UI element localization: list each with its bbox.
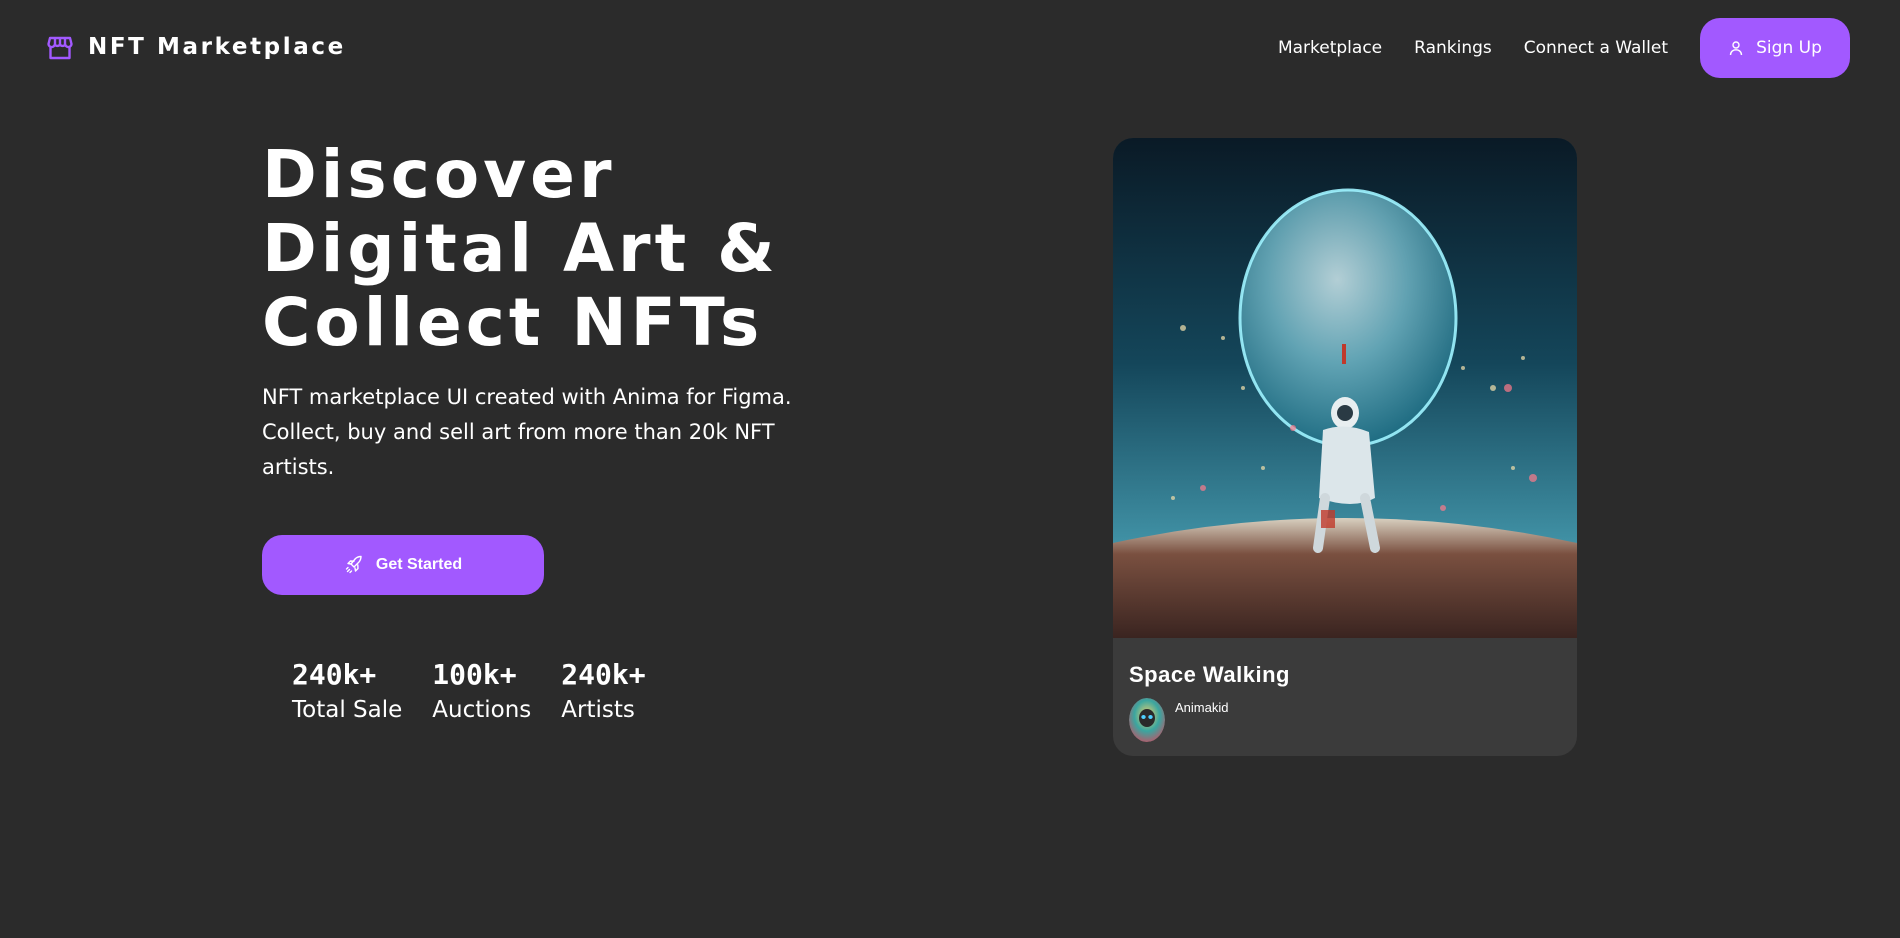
nft-artwork-image: [1113, 138, 1577, 638]
storefront-icon: [47, 36, 73, 60]
get-started-label: Get Started: [375, 556, 463, 573]
sign-up-button[interactable]: Sign Up: [1700, 18, 1850, 78]
stat-value: 240k+: [292, 658, 377, 691]
artist-name: Animakid: [1175, 700, 1229, 715]
nav-link-marketplace[interactable]: Marketplace: [1278, 38, 1382, 58]
nav-links: Marketplace Rankings Connect a Wallet Si…: [1278, 18, 1850, 78]
sign-up-label: Sign Up: [1756, 38, 1822, 58]
featured-nft-card[interactable]: Space Walking Animakid: [1113, 138, 1577, 756]
rocket-icon: [345, 555, 362, 574]
nav-link-rankings[interactable]: Rankings: [1414, 38, 1492, 58]
page: NFT Marketplace Marketplace Rankings Con…: [0, 0, 1900, 938]
user-icon: [1729, 41, 1743, 56]
hero-title-line-2: Digital Art &: [262, 210, 779, 287]
nft-title: Space Walking: [1129, 662, 1290, 687]
stats-row: 240k+ Total Sale 100k+ Auctions 240k+ Ar…: [292, 658, 646, 728]
hero-title-line-1: Discover: [262, 136, 616, 213]
artist-avatar: [1129, 698, 1165, 742]
brand-name: NFT Marketplace: [88, 34, 346, 60]
stat-auctions: 100k+ Auctions: [432, 658, 531, 728]
stat-label: Artists: [561, 697, 635, 723]
top-nav: NFT Marketplace Marketplace Rankings Con…: [0, 0, 1900, 96]
get-started-button[interactable]: Get Started: [262, 535, 544, 595]
hero-title: Discover Digital Art & Collect NFTs: [262, 138, 822, 360]
stat-value: 240k+: [561, 658, 646, 691]
stat-label: Total Sale: [292, 697, 403, 723]
artist-info[interactable]: Animakid: [1129, 698, 1559, 742]
stat-artists: 240k+ Artists: [561, 658, 645, 728]
hero-subtitle: NFT marketplace UI created with Anima fo…: [262, 385, 792, 479]
stat-total-sale: 240k+ Total Sale: [292, 658, 402, 728]
brand-logo[interactable]: NFT Marketplace: [46, 33, 346, 61]
hero-title-line-3: Collect NFTs: [262, 284, 764, 361]
card-info: Space Walking Animakid: [1129, 662, 1559, 742]
stat-value: 100k+: [432, 658, 517, 691]
stat-label: Auctions: [432, 697, 532, 723]
nav-link-connect-wallet[interactable]: Connect a Wallet: [1524, 38, 1668, 58]
